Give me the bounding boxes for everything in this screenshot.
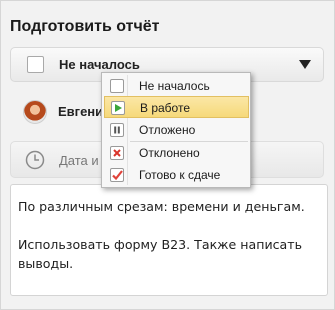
menu-item-in-progress[interactable]: В работе xyxy=(104,96,249,118)
menu-item-not-started[interactable]: Не началось xyxy=(104,75,249,97)
status-menu: Не началось В работе Отложено Отклонено … xyxy=(101,72,251,188)
comment-textarea[interactable]: По различным срезам: времени и деньгам. … xyxy=(10,184,328,296)
play-icon xyxy=(111,101,125,115)
menu-item-ready[interactable]: Готово к сдаче xyxy=(104,164,249,186)
dropdown-arrow-icon[interactable] xyxy=(299,60,311,69)
status-value: Не началось xyxy=(59,57,140,72)
menu-item-label: Отложено xyxy=(139,123,196,137)
menu-item-label: Отклонено xyxy=(139,146,200,160)
date-label: Дата и xyxy=(59,153,99,168)
clock-icon xyxy=(25,150,45,170)
menu-item-rejected[interactable]: Отклонено xyxy=(104,142,249,164)
menu-item-label: Не началось xyxy=(139,79,210,93)
assignee-name: Евгени xyxy=(58,104,104,119)
pause-icon xyxy=(110,123,124,137)
comment-line: По различным срезам: времени и деньгам. xyxy=(18,199,305,214)
status-checkbox[interactable] xyxy=(27,56,44,73)
checkmark-icon xyxy=(110,168,124,182)
menu-item-label: Готово к сдаче xyxy=(139,168,221,182)
menu-item-label: В работе xyxy=(140,101,191,115)
empty-checkbox-icon xyxy=(110,79,124,93)
menu-item-postponed[interactable]: Отложено xyxy=(104,119,249,141)
comment-line: Использовать форму B23. Также написать в… xyxy=(18,237,303,271)
task-title: Подготовить отчёт xyxy=(10,18,160,35)
cross-icon xyxy=(110,146,124,160)
task-panel: Подготовить отчёт Не началось Евгени Дат… xyxy=(0,0,335,310)
avatar xyxy=(23,100,47,124)
